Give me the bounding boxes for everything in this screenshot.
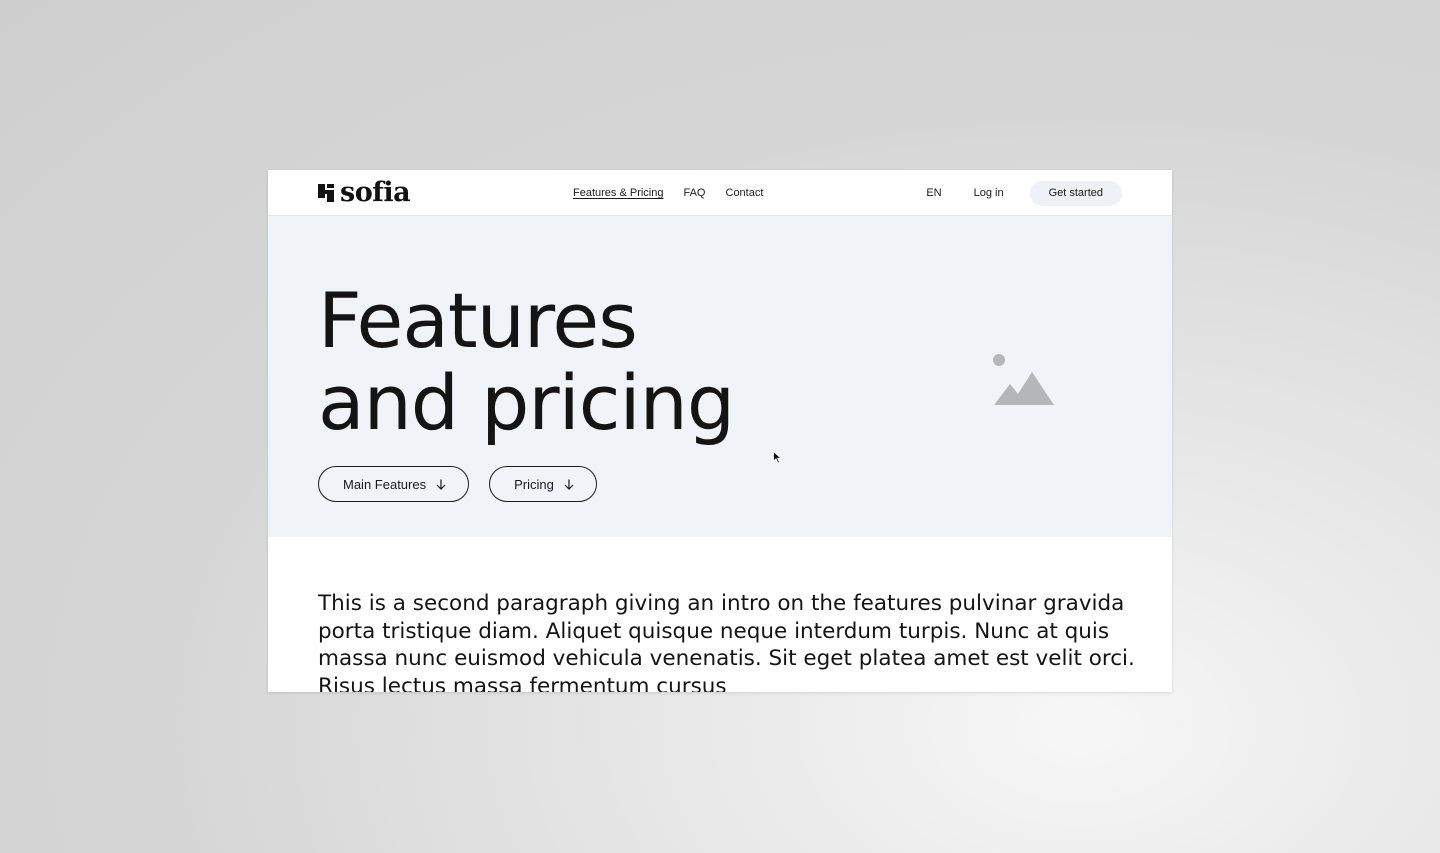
mouse-cursor-icon xyxy=(773,451,782,464)
image-placeholder-icon xyxy=(993,354,1054,405)
page-title: Features and pricing xyxy=(318,276,735,447)
main-features-button[interactable]: Main Features xyxy=(318,466,470,502)
logo-mark-icon xyxy=(318,184,334,202)
nav-link-features-pricing[interactable]: Features & Pricing xyxy=(573,187,663,199)
page-title-line-1: Features xyxy=(318,276,638,365)
get-started-button[interactable]: Get started xyxy=(1029,180,1122,206)
nav-actions: EN Log in Get started xyxy=(926,170,1122,216)
main-nav: Features & Pricing FAQ Contact xyxy=(573,170,763,216)
page-title-line-2: and pricing xyxy=(318,358,735,447)
login-link[interactable]: Log in xyxy=(974,187,1004,199)
nav-link-contact[interactable]: Contact xyxy=(726,187,764,199)
language-selector[interactable]: EN xyxy=(926,187,941,199)
intro-paragraph: This is a second paragraph giving an int… xyxy=(318,591,1135,692)
top-navbar: sofia Features & Pricing FAQ Contact EN … xyxy=(268,170,1172,216)
nav-link-faq[interactable]: FAQ xyxy=(683,187,705,199)
hero-buttons: Main Features Pricing xyxy=(318,466,597,502)
hero-section: Features and pricing Main Features Prici… xyxy=(268,216,1172,537)
logo[interactable]: sofia xyxy=(318,177,411,208)
arrow-down-icon xyxy=(436,479,446,490)
main-features-button-label: Main Features xyxy=(343,476,427,492)
pricing-button[interactable]: Pricing xyxy=(489,466,597,502)
logo-text: sofia xyxy=(340,177,411,208)
pricing-button-label: Pricing xyxy=(514,476,554,492)
arrow-down-icon xyxy=(564,479,574,490)
browser-page: sofia Features & Pricing FAQ Contact EN … xyxy=(268,170,1172,692)
